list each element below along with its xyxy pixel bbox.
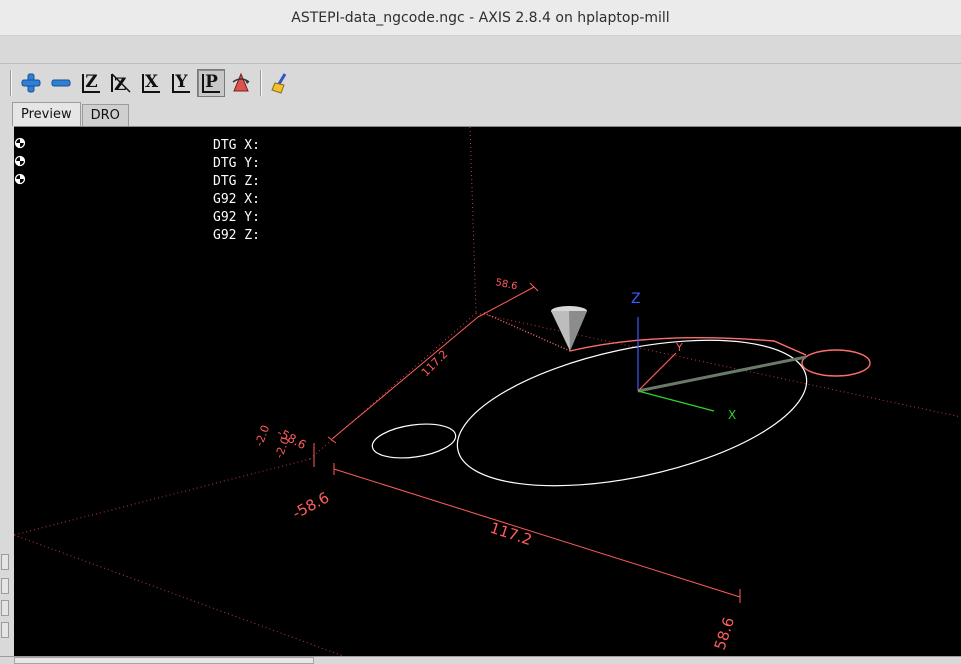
view-p-icon: P <box>202 73 220 93</box>
dro-label2: DTG Y: <box>213 156 260 171</box>
extent-labels: -58.6 117.2 58.6 117.2 58.6 -58.6 -2.0 -… <box>253 277 739 652</box>
left-panel-handle[interactable] <box>1 578 9 594</box>
homed-icon <box>14 155 26 167</box>
plus-icon <box>21 73 41 93</box>
zoom-out-button[interactable] <box>47 69 75 97</box>
homed-icon <box>14 173 26 185</box>
left-panel-handle[interactable] <box>1 554 9 570</box>
minus-icon <box>51 79 71 87</box>
dro-label2: G92 Y: <box>213 210 260 225</box>
dro-label2: DTG Z: <box>213 174 260 189</box>
view-z-icon: Z <box>82 73 100 93</box>
homed-icon <box>14 137 26 149</box>
view-y-icon: Y <box>172 73 190 93</box>
preview-graphics: -58.6 117.2 58.6 117.2 58.6 -58.6 -2.0 -… <box>14 127 961 656</box>
tab-preview-label: Preview <box>21 107 72 122</box>
left-panel-handle[interactable] <box>1 622 9 638</box>
dro-label2: G92 X: <box>213 192 260 207</box>
machine-limits <box>14 127 961 656</box>
tab-dro-label: DRO <box>90 108 120 123</box>
view-p-button[interactable]: P <box>197 69 225 97</box>
extent-x-max: 58.6 <box>711 615 738 652</box>
extent-z-small-2: -2.0 <box>273 435 293 460</box>
tab-dro[interactable]: DRO <box>81 104 129 126</box>
extents-lines <box>313 282 741 603</box>
rotate-cone-icon <box>232 72 250 92</box>
dro-label2: G92 Z: <box>213 228 260 243</box>
broom-icon <box>271 73 287 94</box>
left-panel-edge <box>0 126 10 664</box>
zoom-in-button[interactable] <box>17 69 45 97</box>
axis-x-label: X <box>728 408 736 422</box>
extent-x-min: -58.6 <box>289 488 332 522</box>
tab-preview[interactable]: Preview <box>12 102 81 126</box>
window-title: ASTEPI-data_ngcode.ngc - AXIS 2.8.4 on h… <box>291 9 670 26</box>
extent-x-len: 117.2 <box>488 519 534 549</box>
axis-y-label: Y <box>675 341 683 354</box>
clear-live-plot-button[interactable] <box>267 69 295 97</box>
view-z-button[interactable]: Z <box>77 69 105 97</box>
toolpath <box>371 339 808 487</box>
rotate-view-button[interactable] <box>227 69 255 97</box>
view-x-icon: X <box>141 73 161 93</box>
rapid-move <box>637 355 807 393</box>
view-x-button[interactable]: X <box>137 69 165 97</box>
horizontal-scrollbar[interactable] <box>14 657 314 664</box>
view-z2-icon: Z <box>111 73 131 94</box>
axis-z-label: Z <box>631 291 641 307</box>
view-y-button[interactable]: Y <box>167 69 195 97</box>
dro-label2: DTG X: <box>213 138 260 153</box>
extent-y-max: 58.6 <box>494 277 518 292</box>
toolbar-separator <box>10 70 12 96</box>
left-panel-handle[interactable] <box>1 600 9 616</box>
preview-tabs: Preview DRO <box>12 102 130 126</box>
extent-y-len: 117.2 <box>419 348 450 379</box>
preview-canvas[interactable]: -58.6 117.2 58.6 117.2 58.6 -58.6 -2.0 -… <box>14 126 961 656</box>
menubar <box>0 36 961 64</box>
origin-axes: Z X Y <box>631 291 736 422</box>
toolbar: Z Z X Y P <box>0 65 961 101</box>
extent-z-small-1: -2.0 <box>253 423 273 448</box>
window-titlebar: ASTEPI-data_ngcode.ngc - AXIS 2.8.4 on h… <box>0 0 961 36</box>
toolbar-separator <box>260 70 262 96</box>
view-z2-button[interactable]: Z <box>107 69 135 97</box>
